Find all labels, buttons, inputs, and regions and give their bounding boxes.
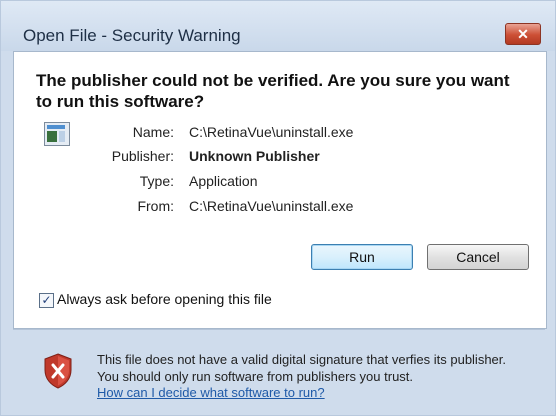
- from-value: C:\RetinaVue\uninstall.exe: [189, 198, 354, 214]
- always-ask-label[interactable]: Always ask before opening this file: [57, 291, 272, 307]
- publisher-label: Publisher:: [111, 148, 174, 164]
- publisher-value: Unknown Publisher: [189, 148, 320, 164]
- cancel-button[interactable]: Cancel: [427, 244, 529, 270]
- window-title: Open File - Security Warning: [23, 26, 241, 45]
- always-ask-checkbox[interactable]: ✓: [39, 293, 54, 308]
- title-bar: Open File - Security Warning ✕: [1, 1, 555, 51]
- close-icon[interactable]: ✕: [505, 23, 541, 45]
- type-label: Type:: [139, 173, 174, 189]
- name-label: Name:: [132, 124, 174, 140]
- dialog-content: The publisher could not be verified. Are…: [13, 51, 547, 329]
- run-button[interactable]: Run: [311, 244, 413, 270]
- type-value: Application: [189, 173, 258, 189]
- signature-warning-text: This file does not have a valid digital …: [97, 352, 507, 384]
- security-warning-dialog: Open File - Security Warning ✕ The publi…: [0, 0, 556, 416]
- help-link[interactable]: How can I decide what software to run?: [97, 385, 325, 400]
- from-label: From:: [137, 198, 174, 214]
- name-value: C:\RetinaVue\uninstall.exe: [189, 124, 354, 140]
- security-shield-icon: [44, 353, 72, 389]
- divider: [13, 329, 545, 330]
- warning-headline: The publisher could not be verified. Are…: [36, 71, 510, 111]
